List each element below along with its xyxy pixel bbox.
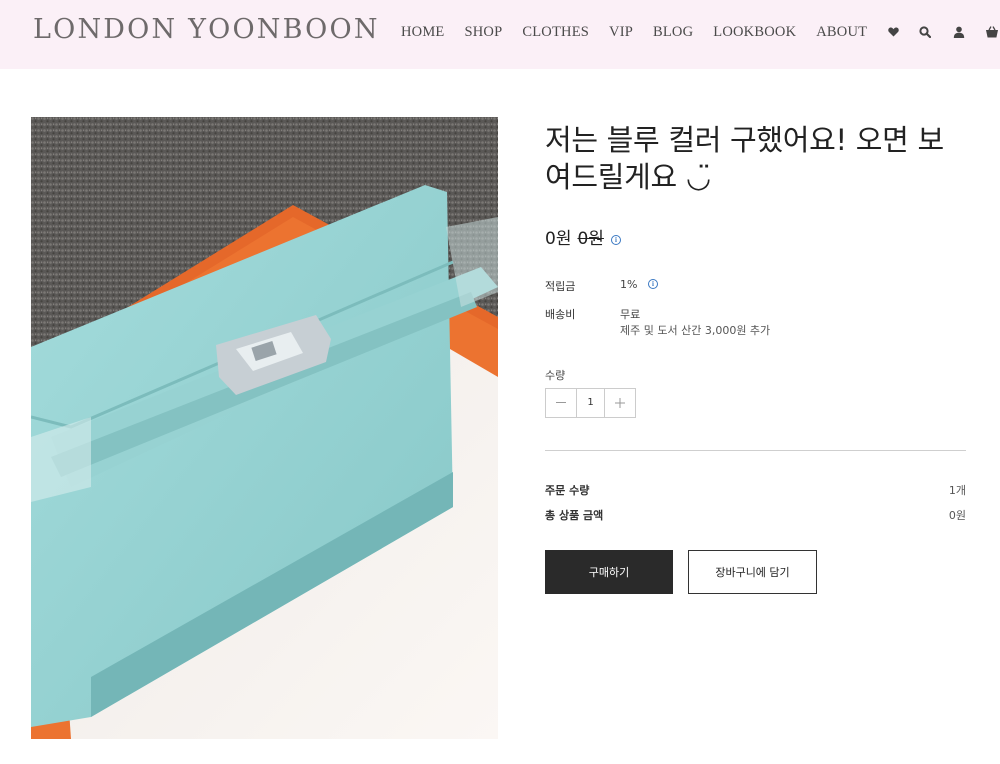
- points-value-group: 1% i: [620, 278, 658, 291]
- nav-shop[interactable]: SHOP: [465, 24, 503, 41]
- nav-home[interactable]: HOME: [401, 24, 445, 41]
- user-icon[interactable]: [951, 24, 967, 40]
- quantity-stepper: 1: [545, 388, 636, 418]
- points-value: 1%: [620, 278, 638, 291]
- cart-button[interactable]: 15: [985, 23, 1000, 41]
- add-to-cart-button[interactable]: 장바구니에 담기: [688, 550, 817, 594]
- nav-clothes[interactable]: CLOTHES: [522, 24, 589, 41]
- points-label: 적립금: [545, 280, 576, 293]
- quantity-value[interactable]: 1: [576, 389, 605, 417]
- shipping-value: 무료: [620, 308, 641, 321]
- product-image: [31, 117, 498, 739]
- points-info-icon[interactable]: i: [647, 279, 658, 289]
- total-price-label: 총 상품 금액: [545, 509, 604, 522]
- decrease-button[interactable]: [546, 389, 576, 417]
- nav-lookbook[interactable]: LOOKBOOK: [713, 24, 796, 41]
- original-price: 0원: [577, 229, 604, 249]
- info-icon[interactable]: i: [610, 235, 621, 245]
- nav-blog[interactable]: BLOG: [653, 24, 693, 41]
- basket-icon: [985, 26, 999, 38]
- shipping-label: 배송비: [545, 308, 576, 321]
- sale-price: 0원: [545, 229, 572, 249]
- main-nav: HOME SHOP CLOTHES VIP BLOG LOOKBOOK ABOU…: [401, 23, 1000, 41]
- heart-icon[interactable]: [885, 24, 901, 40]
- product-info: 저는 블루 컬러 구했어요! 오면 보여드릴게요 ◡̈: [545, 122, 966, 196]
- order-quantity-value: 1개: [948, 484, 966, 497]
- minus-icon: [556, 402, 566, 403]
- order-quantity-label: 주문 수량: [545, 484, 590, 497]
- site-header: LONDON YOONBOON HOME SHOP CLOTHES VIP BL…: [0, 0, 1000, 69]
- buy-button[interactable]: 구매하기: [545, 550, 673, 594]
- plus-icon: [615, 398, 625, 408]
- price-row: 0원 0원 i: [545, 224, 621, 249]
- nav-about[interactable]: ABOUT: [816, 24, 867, 41]
- total-price-value: 0원: [948, 509, 966, 522]
- search-icon[interactable]: [917, 24, 933, 40]
- shipping-note: 제주 및 도서 산간 3,000원 추가: [620, 324, 771, 337]
- site-logo[interactable]: LONDON YOONBOON: [33, 14, 380, 45]
- increase-button[interactable]: [605, 389, 635, 417]
- quantity-label: 수량: [545, 369, 566, 382]
- divider: [545, 450, 966, 451]
- product-title: 저는 블루 컬러 구했어요! 오면 보여드릴게요 ◡̈: [545, 123, 944, 194]
- nav-vip[interactable]: VIP: [609, 24, 633, 41]
